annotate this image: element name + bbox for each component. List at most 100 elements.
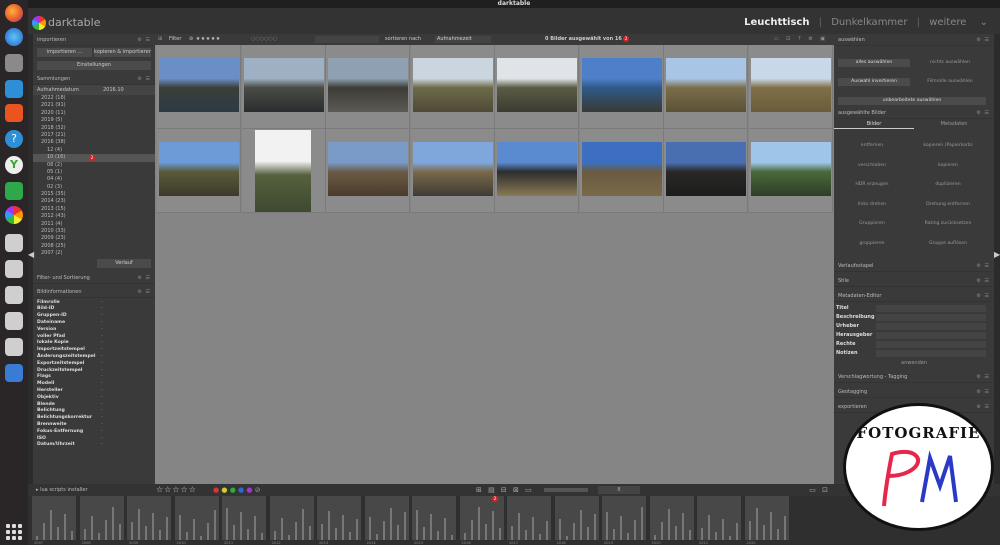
- thumbnail-cell[interactable]: [157, 129, 241, 213]
- tree-year-item[interactable]: 2022 (18): [33, 95, 155, 102]
- selected-images-module-header[interactable]: ausgewählte Bilder ⚙ ☰: [834, 107, 994, 119]
- color-labels[interactable]: ● ● ● ● ● ⊘: [213, 484, 261, 496]
- timeline-year-block[interactable]: [79, 496, 124, 540]
- thumbnail-image[interactable]: [159, 58, 239, 112]
- view-darkroom[interactable]: Dunkelkammer: [831, 17, 907, 28]
- help-icon[interactable]: ?: [5, 130, 23, 148]
- collapse-right-icon[interactable]: ▶: [994, 250, 1000, 259]
- rating-filter-stars[interactable]: ⊘ ★★★★★: [189, 34, 221, 45]
- thumbnail-cell[interactable]: [326, 129, 410, 213]
- timeline-year-block[interactable]: [127, 496, 171, 540]
- metadata-field-input[interactable]: [876, 332, 986, 339]
- selected-images-action-button[interactable]: Drehung entfernen: [912, 200, 984, 210]
- chevron-down-icon[interactable]: ⌄: [980, 17, 988, 28]
- module-preset-icon[interactable]: ⚙ ☰: [137, 286, 151, 298]
- module-preset-icon[interactable]: ⚙ ☰: [137, 272, 151, 284]
- thumbnail-cell[interactable]: [748, 45, 833, 129]
- tree-year-item[interactable]: 2018 (32): [33, 125, 155, 132]
- copy-import-button[interactable]: kopieren & importieren ...: [94, 48, 151, 57]
- thumbnail-image[interactable]: [328, 142, 408, 196]
- module-preset-icon[interactable]: ⚙ ☰: [976, 275, 990, 287]
- zoom-slider[interactable]: [544, 488, 588, 492]
- timeline-year-block[interactable]: [364, 496, 409, 540]
- thumbnail-cell[interactable]: [410, 45, 495, 129]
- color-label-filter[interactable]: ○○○○○○: [251, 34, 277, 45]
- tree-month-item[interactable]: 04 (4): [33, 176, 155, 183]
- import-module-header[interactable]: importieren ⚙ ☰: [33, 34, 155, 46]
- selected-images-action-button[interactable]: verschieben: [836, 161, 908, 171]
- doc-icon[interactable]: [5, 286, 23, 304]
- thumbnail-image[interactable]: [581, 58, 662, 112]
- thumbnail-cell[interactable]: [241, 45, 326, 129]
- tree-year-item[interactable]: 2019 (5): [33, 117, 155, 124]
- metadata-field-input[interactable]: [876, 305, 986, 312]
- timeline-year-block[interactable]: [602, 496, 646, 540]
- collection-filter-row[interactable]: Aufnahmedatum 2016.10: [33, 85, 155, 95]
- thumbnail-image[interactable]: [159, 142, 239, 196]
- timeline-year-block[interactable]: [32, 496, 76, 540]
- module-preset-icon[interactable]: ⚙ ☰: [976, 107, 990, 119]
- filter-icon[interactable]: ⊞: [158, 34, 162, 45]
- thumbnail-cell[interactable]: [664, 45, 748, 129]
- styles-module-header[interactable]: Stile ⚙ ☰: [834, 275, 994, 287]
- tree-year-item[interactable]: 2007 (2): [33, 250, 155, 257]
- timeline-year-block[interactable]: [507, 496, 551, 540]
- tree-year-item[interactable]: 2015 (35): [33, 191, 155, 198]
- tree-year-item[interactable]: 2011 (4): [33, 221, 155, 228]
- geotag-module-header[interactable]: Geotagging ⚙ ☰: [834, 386, 994, 398]
- image-info-module-header[interactable]: Bildinformationen ⚙ ☰: [33, 286, 155, 298]
- writer-icon[interactable]: [5, 80, 23, 98]
- thumbnail-image[interactable]: [666, 142, 746, 196]
- timeline-year-block[interactable]: [412, 496, 456, 540]
- thumbnail-image[interactable]: [254, 130, 311, 212]
- tree-month-item[interactable]: 12 (4): [33, 147, 155, 154]
- tree-year-item[interactable]: 2012 (43): [33, 213, 155, 220]
- selected-images-action-button[interactable]: links drehen: [836, 200, 908, 210]
- app-y-icon[interactable]: Y: [5, 156, 23, 174]
- calc-icon[interactable]: [5, 182, 23, 200]
- tree-year-item[interactable]: 2017 (21): [33, 132, 155, 139]
- selected-images-action-button[interactable]: Gruppieren: [836, 219, 908, 229]
- thumbnail-image[interactable]: [412, 142, 493, 196]
- toolbar-icons[interactable]: ▭ ⊡ ? ⚙ ▣: [774, 34, 828, 45]
- tree-year-item[interactable]: 2014 (23): [33, 198, 155, 205]
- collection-filter-value[interactable]: 2016.10: [103, 85, 124, 95]
- selected-images-action-button[interactable]: kopieren: [912, 161, 984, 171]
- tree-month-item[interactable]: 08 (2): [33, 162, 155, 169]
- view-lighttable[interactable]: Leuchttisch: [744, 17, 809, 28]
- view-more[interactable]: weitere: [929, 17, 966, 28]
- doc-icon[interactable]: [5, 338, 23, 356]
- rating-stars[interactable]: ☆☆☆☆☆: [156, 484, 197, 496]
- history-button[interactable]: Verlauf: [97, 258, 151, 268]
- metadata-field-input[interactable]: [876, 341, 986, 348]
- thunderbird-icon[interactable]: [5, 28, 23, 46]
- timeline-year-block[interactable]: [269, 496, 314, 540]
- sort-select[interactable]: Aufnahmezeit: [435, 36, 491, 43]
- zoom-value[interactable]: 8: [598, 486, 640, 494]
- selected-images-action-button[interactable]: duplizieren: [912, 180, 984, 190]
- tree-month-item[interactable]: 02 (3): [33, 184, 155, 191]
- thumbnail-image[interactable]: [412, 58, 493, 112]
- select-film-roll-button[interactable]: Filmrolle auswählen: [914, 78, 986, 86]
- selected-images-action-button[interactable]: HDR erzeugen: [836, 180, 908, 190]
- thumbnail-cell[interactable]: [664, 129, 748, 213]
- thumbnail-cell[interactable]: [326, 45, 410, 129]
- tree-year-item[interactable]: 2013 (15): [33, 206, 155, 213]
- selected-images-action-button[interactable]: Rating zurücksetzen: [912, 219, 984, 229]
- metadata-field-input[interactable]: [876, 314, 986, 321]
- select-none-button[interactable]: nichts auswählen: [914, 59, 986, 67]
- module-preset-icon[interactable]: ⚙ ☰: [137, 34, 151, 46]
- timeline-year-block[interactable]: [174, 496, 219, 540]
- thumbnail-cell[interactable]: [495, 45, 579, 129]
- tree-year-item[interactable]: 2009 (23): [33, 235, 155, 242]
- history-stack-module-header[interactable]: Verlaufsstapel ⚙ ☰: [834, 260, 994, 272]
- import-settings-button[interactable]: Einstellungen: [37, 61, 151, 70]
- software-icon[interactable]: [5, 104, 23, 122]
- select-untouched-button[interactable]: unbearbeitete auswählen: [838, 97, 986, 105]
- metadata-field-input[interactable]: [876, 350, 986, 357]
- collapse-left-icon[interactable]: ◀: [28, 250, 34, 259]
- timeline-year-block[interactable]: [317, 496, 361, 540]
- lua-module-header[interactable]: ▸ lua scripts installer: [36, 484, 88, 496]
- thumbnail-image[interactable]: [750, 142, 831, 196]
- thumbnail-image[interactable]: [328, 58, 408, 112]
